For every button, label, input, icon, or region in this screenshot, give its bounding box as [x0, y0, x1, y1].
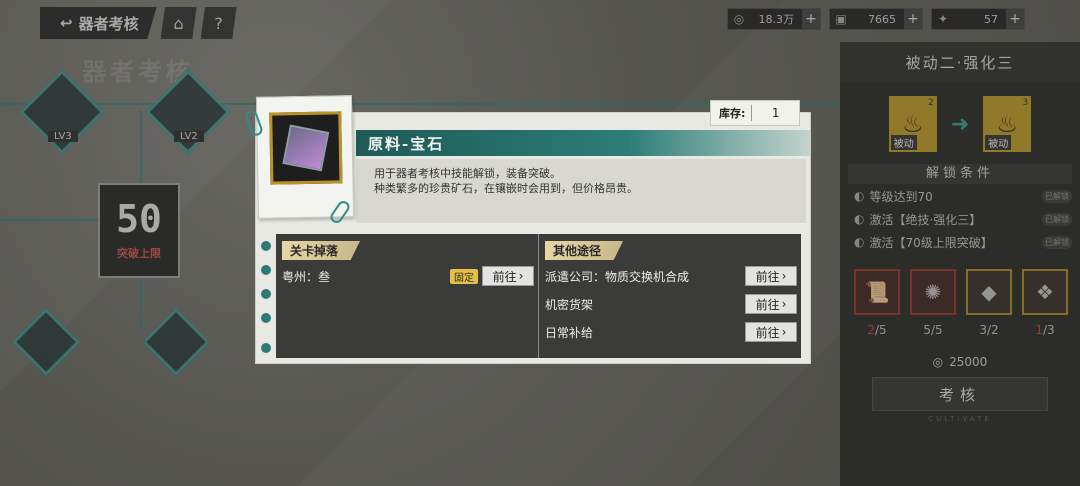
description-line: 种类繁多的珍贵矿石，在镶嵌时会用到，但价格昂贵。: [374, 182, 638, 195]
chevron-right-icon: ›: [781, 325, 787, 339]
fixed-drop-tag: 固定: [450, 268, 478, 284]
item-description: 用于器者考核中技能解锁，装备突破。 种类繁多的珍贵矿石，在镶嵌时会用到，但价格昂…: [356, 159, 806, 223]
chevron-right-icon: ›: [781, 297, 787, 311]
binder-ring: [261, 241, 271, 251]
source-text: 日常补给: [545, 325, 594, 340]
source-row: 派遣公司：物质交换机合成 前往 ›: [545, 264, 797, 288]
source-text: 机密货架: [545, 297, 594, 312]
binder-ring: [261, 289, 271, 299]
other-sources-title: 其他途径: [545, 241, 624, 260]
binder-ring: [261, 265, 271, 275]
go-button[interactable]: 前往 ›: [745, 322, 797, 342]
chevron-right-icon: ›: [781, 269, 787, 283]
source-text: 派遣公司：物质交换机合成: [545, 269, 690, 284]
source-row: 机密货架 前往 ›: [545, 292, 797, 316]
acquisition-sources: 关卡掉落 粤州：叁 固定 前往 › 其他途径 派遣公司：物质交换机合成 前往 › 机…: [276, 234, 801, 358]
source-text: 粤州：叁: [282, 269, 331, 284]
stage-drops-title: 关卡掉落: [282, 241, 361, 260]
go-button[interactable]: 前往 ›: [745, 294, 797, 314]
gem-cube-icon: [282, 124, 330, 172]
item-image: [269, 111, 343, 185]
item-photo-card: [255, 95, 355, 219]
binder-ring: [261, 343, 271, 353]
binder-ring: [261, 313, 271, 323]
stage-drops-column: 关卡掉落 粤州：叁 固定 前往 ›: [276, 234, 538, 358]
source-row: 日常补给 前往 ›: [545, 320, 797, 344]
description-line: 用于器者考核中技能解锁，装备突破。: [374, 167, 561, 180]
source-row: 粤州：叁 固定 前往 ›: [282, 264, 534, 288]
stock-tag: 库存: 1: [710, 100, 800, 126]
stock-label: 库存:: [711, 105, 753, 121]
chevron-right-icon: ›: [518, 269, 524, 283]
go-button[interactable]: 前往 ›: [482, 266, 534, 286]
item-name: 原料-宝石: [368, 135, 445, 153]
go-button[interactable]: 前往 ›: [745, 266, 797, 286]
other-sources-column: 其他途径 派遣公司：物质交换机合成 前往 › 机密货架 前往 › 日常补给 前往 ›: [538, 234, 801, 358]
stock-value: 1: [771, 106, 780, 120]
